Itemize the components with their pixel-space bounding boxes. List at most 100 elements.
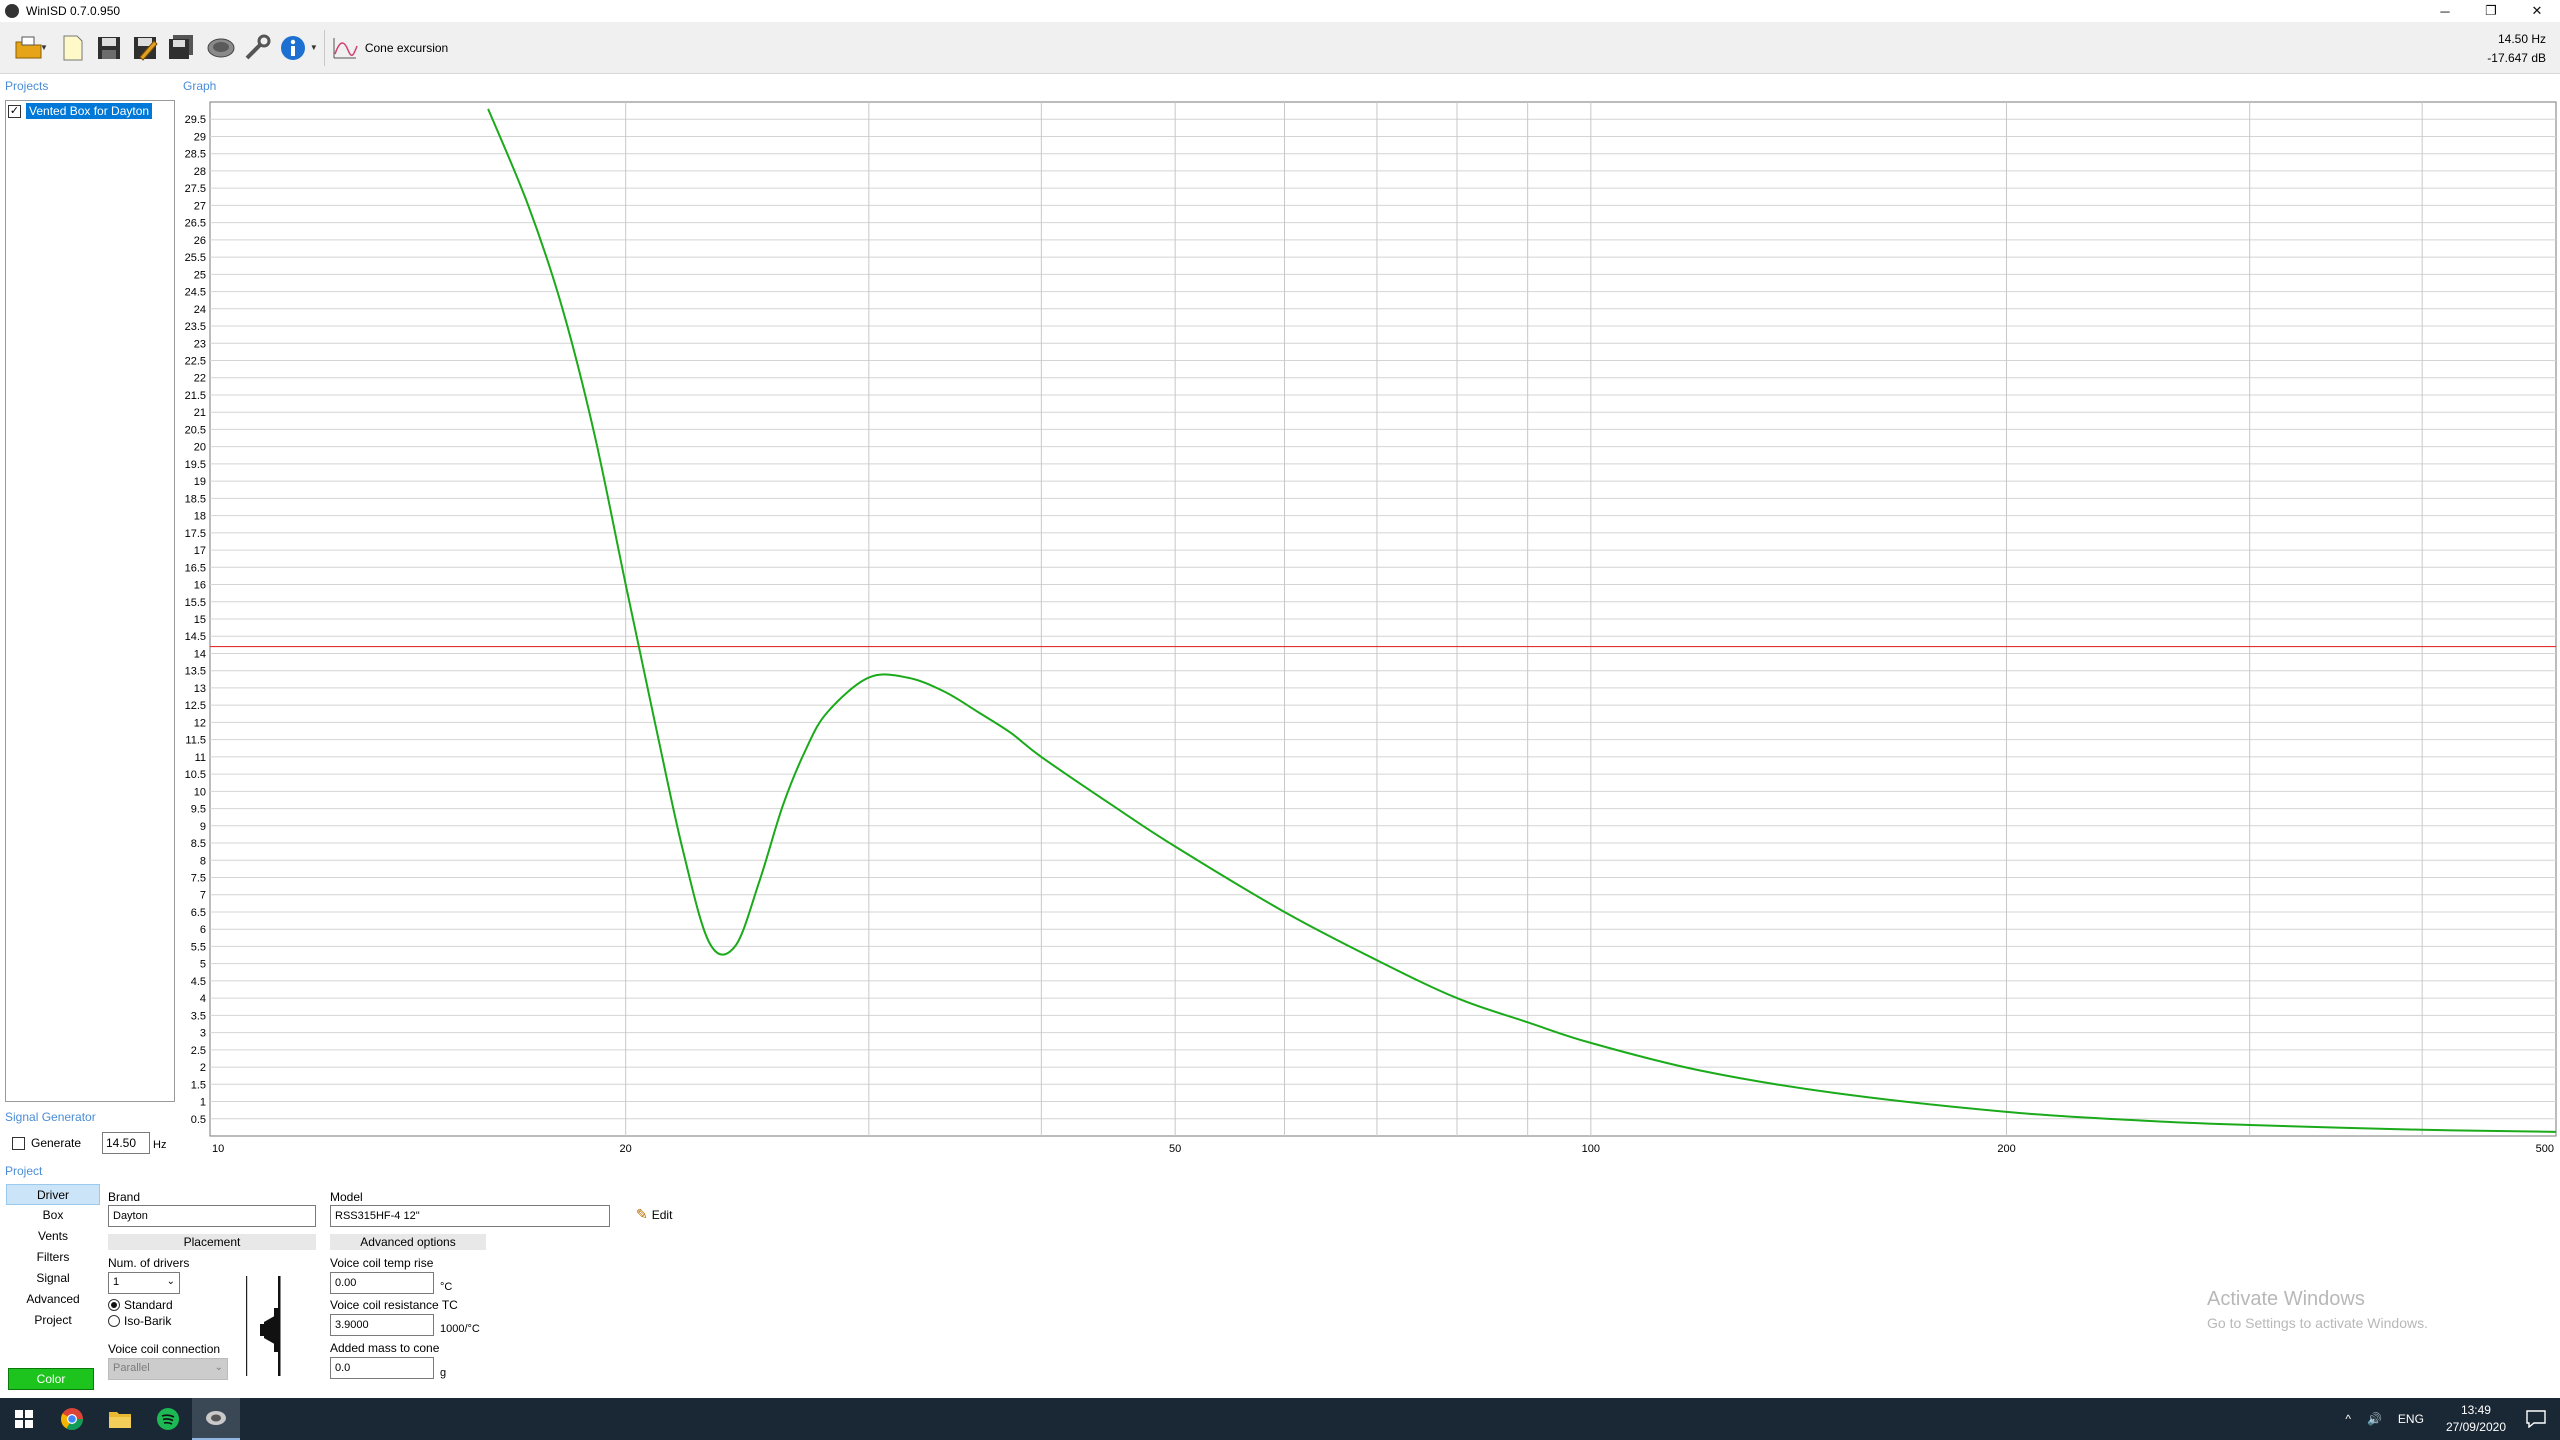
nav-item-box[interactable]: Box	[6, 1205, 100, 1226]
y-tick-label: 9.5	[191, 804, 206, 816]
driver-button[interactable]	[204, 31, 238, 65]
nav-item-vents[interactable]: Vents	[6, 1226, 100, 1247]
new-file-button[interactable]	[56, 31, 90, 65]
pencil-icon: ✎	[636, 1206, 648, 1222]
start-button[interactable]	[0, 1398, 48, 1440]
language-indicator[interactable]: ENG	[2398, 1412, 2424, 1426]
generate-control[interactable]: Generate	[12, 1136, 81, 1150]
save-all-button[interactable]	[164, 31, 198, 65]
brand-input[interactable]	[108, 1205, 316, 1227]
project-visible-checkbox[interactable]: ✓	[8, 104, 21, 118]
generate-checkbox[interactable]	[12, 1136, 25, 1150]
save-as-button[interactable]	[128, 31, 162, 65]
graph-mode-button[interactable]	[331, 31, 359, 65]
y-tick-label: 15.5	[185, 597, 206, 609]
radio-isobarik-dot[interactable]	[108, 1315, 120, 1327]
info-dropdown-chevron-icon[interactable]: ▼	[310, 43, 318, 52]
y-tick-label: 3	[200, 1028, 206, 1040]
num-drivers-select[interactable]: 1 ⌄	[108, 1272, 180, 1294]
tools-button[interactable]	[240, 31, 274, 65]
tray-chevron-icon[interactable]: ^	[2345, 1412, 2351, 1426]
cone-excursion-graph-icon	[333, 37, 358, 58]
chrome-taskbar-button[interactable]	[48, 1398, 96, 1440]
vc-connection-select[interactable]: Parallel ⌄	[108, 1358, 228, 1380]
nav-item-project[interactable]: Project	[6, 1310, 100, 1331]
y-tick-label: 15	[194, 614, 206, 626]
activate-windows-watermark: Activate Windows Go to Settings to activ…	[2207, 1288, 2428, 1331]
title-bar: WinISD 0.7.0.950 ─ ❐ ✕	[0, 0, 2560, 22]
radio-isobarik[interactable]: Iso-Barik	[108, 1314, 171, 1328]
nav-item-driver[interactable]: Driver	[6, 1184, 100, 1205]
chart-grid	[209, 101, 2557, 1137]
y-tick-label: 29.5	[185, 114, 206, 126]
placement-illustration	[244, 1276, 284, 1376]
vc-temp-input[interactable]	[330, 1272, 434, 1294]
chevron-down-icon[interactable]: ▼	[40, 43, 48, 52]
y-tick-label: 4	[200, 993, 206, 1005]
y-tick-label: 18	[194, 511, 206, 523]
save-button[interactable]	[92, 31, 126, 65]
restore-button[interactable]: ❐	[2468, 0, 2514, 22]
y-tick-label: 14	[194, 648, 206, 660]
nav-item-signal[interactable]: Signal	[6, 1268, 100, 1289]
graph-mode-label[interactable]: Cone excursion	[365, 41, 448, 55]
app-icon	[5, 4, 19, 18]
nav-item-advanced[interactable]: Advanced	[6, 1289, 100, 1310]
spotify-taskbar-button[interactable]	[144, 1398, 192, 1440]
clock-date: 27/09/2020	[2445, 1420, 2506, 1434]
y-tick-label: 13	[194, 683, 206, 695]
vc-temp-label: Voice coil temp rise	[330, 1256, 434, 1270]
signal-generator-label: Signal Generator	[5, 1110, 96, 1124]
color-button[interactable]: Color	[8, 1368, 94, 1390]
minimize-button[interactable]: ─	[2422, 0, 2468, 22]
y-tick-label: 1.5	[191, 1079, 206, 1091]
radio-standard[interactable]: Standard	[108, 1298, 173, 1312]
cone-excursion-chart[interactable]: 0.511.522.533.544.555.566.577.588.599.51…	[176, 96, 2558, 1174]
chevron-down-icon: ⌄	[166, 1276, 175, 1287]
close-button[interactable]: ✕	[2514, 0, 2560, 22]
y-tick-label: 7	[200, 890, 206, 902]
x-tick-label: 10	[212, 1143, 224, 1155]
y-tick-label: 28	[194, 166, 206, 178]
y-tick-label: 23	[194, 338, 206, 350]
file-explorer-taskbar-button[interactable]	[96, 1398, 144, 1440]
window-title: WinISD 0.7.0.950	[26, 4, 121, 18]
y-tick-label: 17	[194, 545, 206, 557]
y-tick-label: 19.5	[185, 459, 206, 471]
y-tick-label: 11.5	[185, 735, 206, 747]
project-item[interactable]: ✓ Vented Box for Dayton	[8, 103, 153, 119]
y-tick-label: 12.5	[185, 700, 206, 712]
y-tick-label: 29	[194, 131, 206, 143]
graph-section-label: Graph	[183, 79, 217, 93]
advanced-options-header: Advanced options	[330, 1234, 486, 1250]
vc-connection-value: Parallel	[113, 1362, 150, 1374]
y-tick-label: 5.5	[191, 941, 206, 953]
speaker-icon[interactable]: 🔊	[2367, 1412, 2382, 1426]
added-mass-input[interactable]	[330, 1357, 434, 1379]
y-tick-label: 5	[200, 959, 206, 971]
project-item-label[interactable]: Vented Box for Dayton	[26, 103, 153, 119]
edit-driver-button[interactable]: ✎ Edit	[636, 1206, 672, 1223]
y-tick-label: 18.5	[185, 493, 206, 505]
model-input[interactable]	[330, 1205, 610, 1227]
brand-label: Brand	[108, 1190, 141, 1204]
windows-start-icon	[15, 1410, 33, 1428]
info-button[interactable]	[276, 31, 310, 65]
nav-item-filters[interactable]: Filters	[6, 1247, 100, 1268]
y-tick-label: 26.5	[185, 218, 206, 230]
y-tick-label: 14.5	[185, 631, 206, 643]
watermark-title: Activate Windows	[2207, 1288, 2365, 1310]
y-tick-label: 28.5	[185, 149, 206, 161]
generator-frequency-input[interactable]	[102, 1132, 150, 1154]
radio-isobarik-label: Iso-Barik	[124, 1314, 172, 1328]
projects-list[interactable]: ✓ Vented Box for Dayton	[5, 100, 175, 1102]
vc-resistance-input[interactable]	[330, 1314, 434, 1336]
radio-standard-dot[interactable]	[108, 1299, 120, 1311]
winisd-taskbar-button[interactable]	[192, 1398, 240, 1440]
notifications-icon[interactable]	[2526, 1410, 2546, 1428]
project-nav: Driver Box Vents Filters Signal Advanced…	[6, 1184, 100, 1331]
cursor-readout: 14.50 Hz -17.647 dB	[2487, 30, 2546, 68]
taskbar: ^ 🔊 ENG 13:49 27/09/2020	[0, 1398, 2560, 1440]
clock[interactable]: 13:49 27/09/2020	[2446, 1402, 2506, 1436]
y-tick-label: 7.5	[191, 873, 206, 885]
